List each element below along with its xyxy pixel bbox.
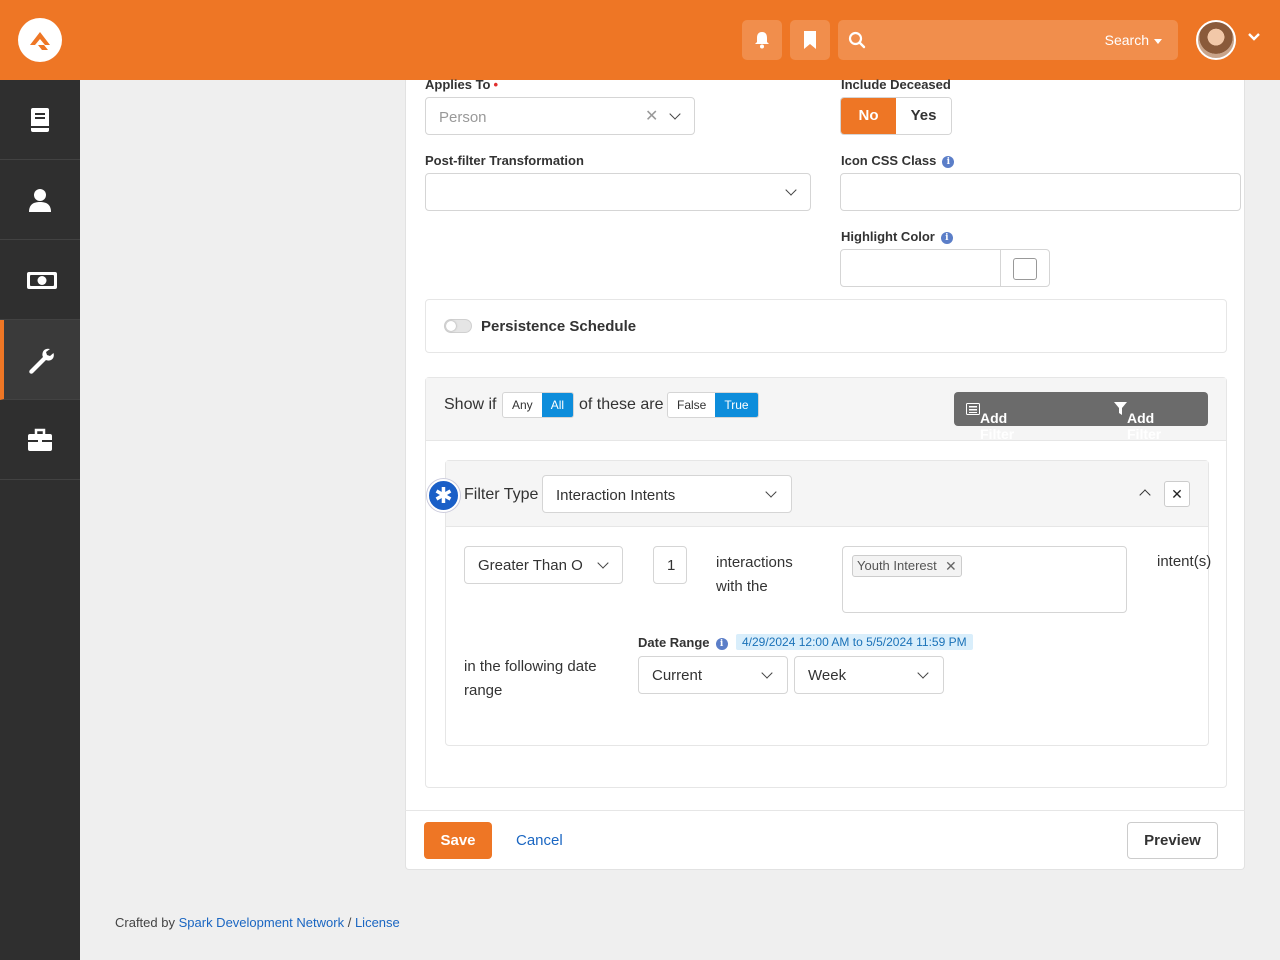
clear-icon[interactable]: ✕ [645,106,658,126]
search-icon [848,31,866,49]
highlight-color-input[interactable] [840,249,1050,287]
filter-icon [1114,402,1127,415]
include-deceased-toggle: No Yes [840,97,952,135]
save-button[interactable]: Save [424,822,492,859]
persistence-label: Persistence Schedule [481,318,637,335]
sidebar-item-admin-tools[interactable] [0,320,80,400]
interaction-count-input[interactable]: 1 [653,546,687,584]
collapse-chevron-up-icon[interactable] [1139,489,1151,501]
info-icon[interactable]: i [940,232,953,244]
of-these-are-text: of these are [579,396,664,413]
chevron-down-icon [669,108,681,120]
filter-type-label: Filter Type [464,486,539,503]
cancel-link[interactable]: Cancel [516,832,563,849]
highlight-color-label: Highlight Color i [841,229,953,244]
filter-item-panel: ✱ Filter Type Interaction Intents ✕ Grea… [427,460,1212,746]
top-header: Search [0,0,1280,80]
chevron-down-icon [917,667,929,679]
icon-css-label: Icon CSS Class i [841,153,955,168]
license-link[interactable]: License [355,915,400,930]
search-scope-dropdown[interactable]: Search [1105,32,1162,48]
applies-to-select[interactable]: Person ✕ [425,97,695,135]
any-all-toggle: Any All [502,392,575,418]
filter-group-header: Show if Any All of these are False True … [426,378,1226,458]
asterisk-icon: ✱ [427,479,460,512]
filter-actions-group: Add Filter Group Add Filter [954,392,1208,458]
rock-logo-icon[interactable] [18,18,62,62]
add-filter-group-button[interactable]: Add Filter Group [966,401,1022,458]
date-unit-select[interactable]: Week [794,656,944,694]
dataview-edit-card: Applies To • Person ✕ Include Deceased No… [405,77,1245,870]
remove-tag-icon[interactable]: ✕ [945,556,957,576]
date-range-text: in the following date range [464,658,597,699]
intent-picker[interactable]: Youth Interest ✕ [842,546,1127,613]
wrench-icon [29,348,54,374]
chevron-down-icon [765,486,777,498]
true-button[interactable]: True [715,393,758,417]
sidebar [0,80,80,960]
filter-group-panel: Show if Any All of these are False True … [425,377,1227,788]
sidebar-item-tools[interactable] [0,400,80,480]
bookmark-icon[interactable] [790,20,830,60]
all-button[interactable]: All [541,393,574,417]
sidebar-item-book[interactable] [0,80,80,160]
info-icon[interactable]: i [942,156,955,168]
deceased-yes-button[interactable]: Yes [896,98,951,134]
false-button[interactable]: False [668,393,715,417]
chevron-down-icon [761,667,773,679]
filter-item-header: ✱ Filter Type Interaction Intents ✕ [427,461,1208,527]
notifications-bell-icon[interactable] [742,20,782,60]
chevron-down-icon [597,557,609,569]
any-button[interactable]: Any [503,393,542,417]
org-link[interactable]: Spark Development Network [179,915,344,930]
post-filter-label: Post-filter Transformation [425,153,584,168]
include-deceased-label: Include Deceased [841,77,951,92]
date-range-label: Date Range i [638,635,728,650]
book-icon [31,108,49,132]
applies-to-label: Applies To • [425,77,499,92]
filter-type-select[interactable]: Interaction Intents [542,475,792,513]
comparison-select[interactable]: Greater Than O [464,546,623,584]
search-box[interactable]: Search [838,20,1178,60]
persistence-schedule-panel: Persistence Schedule [425,299,1227,353]
color-picker-swatch[interactable] [1000,250,1049,286]
post-filter-select[interactable] [425,173,811,211]
chevron-down-icon[interactable] [1247,32,1261,42]
user-icon [29,189,51,212]
date-period-select[interactable]: Current [638,656,788,694]
sidebar-item-people[interactable] [0,160,80,240]
icon-css-input[interactable] [840,173,1241,211]
deceased-no-button[interactable]: No [841,98,896,134]
interactions-text: interactions with the [716,554,793,595]
chevron-down-icon [785,184,797,196]
page-footer: Crafted by Spark Development Network / L… [115,915,400,930]
persistence-toggle[interactable] [444,319,472,333]
true-false-toggle: False True [667,392,759,418]
info-icon[interactable]: i [715,638,728,650]
card-footer-divider [405,810,1245,811]
user-avatar[interactable] [1196,20,1236,60]
show-if-text: Show if [444,396,497,413]
intent-tag: Youth Interest ✕ [852,555,962,577]
add-filter-button[interactable]: Add Filter [1114,401,1161,442]
preview-button[interactable]: Preview [1127,822,1218,859]
money-icon [27,272,57,289]
remove-filter-button[interactable]: ✕ [1164,481,1190,507]
date-range-display: 4/29/2024 12:00 AM to 5/5/2024 11:59 PM [736,634,973,650]
briefcase-icon [28,428,52,451]
sidebar-item-finance[interactable] [0,240,80,320]
intent-suffix-text: intent(s) [1157,553,1212,570]
list-icon [966,403,980,415]
